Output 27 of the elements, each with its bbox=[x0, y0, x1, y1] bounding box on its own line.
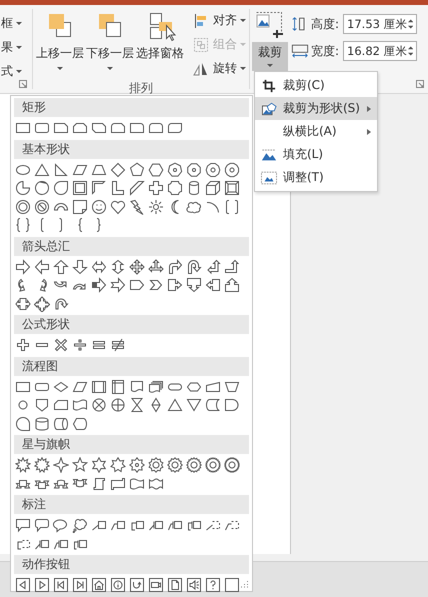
field-label: 宽度: bbox=[311, 42, 340, 60]
size-input[interactable]: 16.82 厘米 bbox=[343, 41, 418, 61]
section-header: 标注 bbox=[14, 495, 249, 514]
menu-item[interactable]: 调整(T) bbox=[255, 166, 377, 189]
section-header: 公式形状 bbox=[14, 315, 249, 334]
ribbon-button[interactable]: 旋转 bbox=[191, 58, 247, 79]
group-label: 排列 bbox=[129, 80, 153, 97]
section-header: 动作按钮 bbox=[14, 555, 249, 574]
ribbon-button[interactable]: 下移一层 bbox=[85, 8, 135, 78]
section-header: 流程图 bbox=[14, 356, 249, 376]
menu-item[interactable]: 裁剪(C) bbox=[255, 74, 377, 97]
section-header: 箭头总汇 bbox=[14, 236, 249, 256]
menu-item[interactable]: 纵横比(A) bbox=[255, 120, 377, 143]
ribbon-button[interactable]: 选择窗格 bbox=[135, 8, 185, 78]
ribbon-button[interactable]: 框 bbox=[0, 13, 30, 34]
section-header: 星与旗帜 bbox=[14, 435, 249, 454]
ribbon-button[interactable]: 式 bbox=[0, 61, 30, 82]
crop-dropdown-button[interactable]: 裁剪 bbox=[252, 42, 288, 71]
menu-item[interactable]: 裁剪为形状(S) bbox=[255, 97, 377, 120]
section-header: 基本形状 bbox=[14, 140, 249, 158]
ribbon-button[interactable]: 上移一层 bbox=[35, 8, 85, 78]
size-input[interactable]: 17.53 厘米 bbox=[343, 14, 418, 34]
ribbon-button[interactable]: 果 bbox=[0, 37, 30, 58]
ribbon-button[interactable]: 对齐 bbox=[191, 10, 247, 31]
field-label: 高度: bbox=[311, 16, 340, 32]
menu-item[interactable]: 填充(L) bbox=[255, 143, 377, 166]
section-header: 矩形 bbox=[14, 98, 249, 117]
